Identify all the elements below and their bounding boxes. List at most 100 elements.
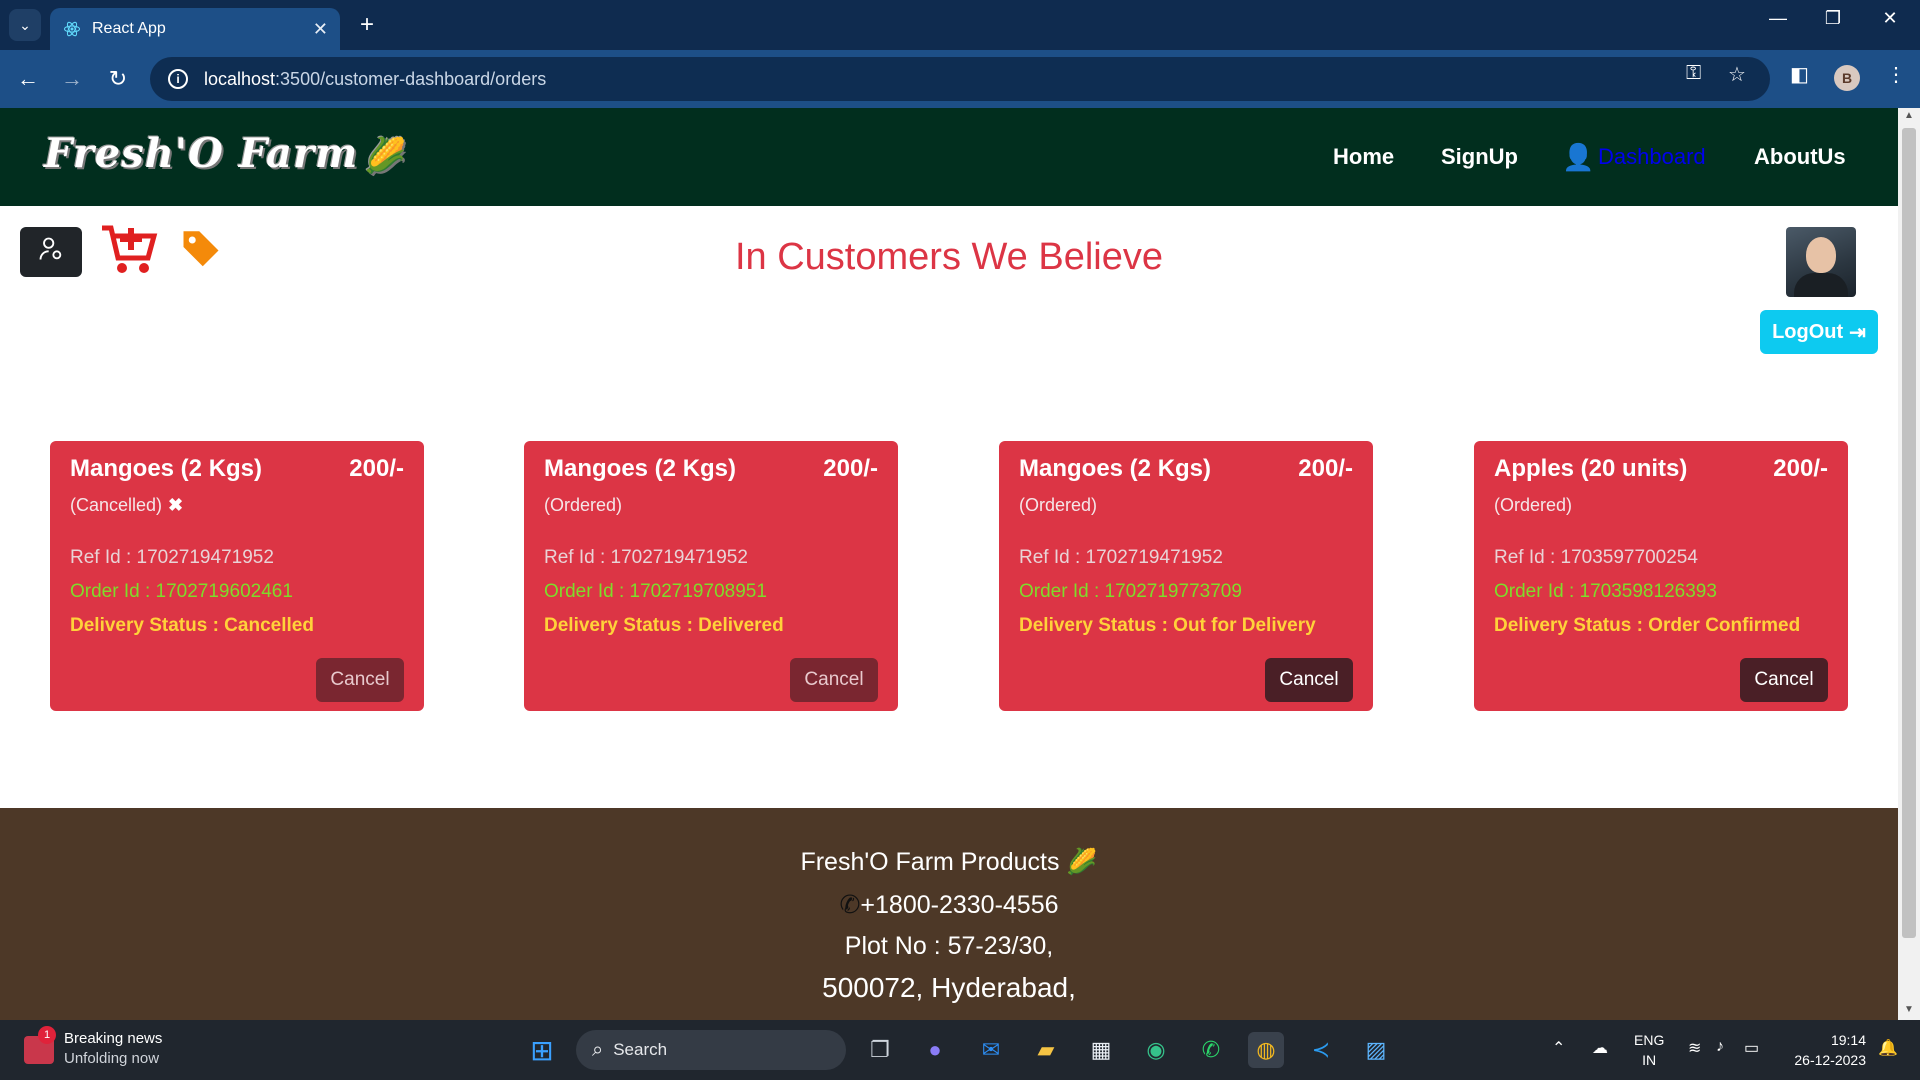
close-tab-icon[interactable]: ✕ — [313, 19, 328, 40]
vscode-icon[interactable]: ≺ — [1303, 1032, 1339, 1068]
page-scrollbar[interactable]: ▲ ▼ — [1898, 108, 1920, 1020]
delivery-status: Delivery Status : Out for Delivery — [1019, 615, 1316, 636]
footer-phone-text: +1800-2330-4556 — [860, 891, 1059, 919]
news-badge: 1 — [38, 1026, 56, 1044]
order-id: Order Id : 1702719708951 — [544, 581, 767, 602]
wifi-icon[interactable]: ≋ — [1688, 1038, 1701, 1058]
profile-avatar[interactable]: B — [1834, 65, 1860, 91]
url-path: :3500/customer-dashboard/orders — [275, 68, 547, 89]
news-subtitle: Unfolding now — [64, 1050, 160, 1067]
address-bar-row: ← → ↻ i localhost:3500/customer-dashboar… — [0, 50, 1920, 108]
order-id: Order Id : 1703598126393 — [1494, 581, 1717, 602]
order-id: Order Id : 1702719773709 — [1019, 581, 1242, 602]
nav-home[interactable]: Home — [1333, 144, 1394, 170]
corn-icon: 🌽 — [364, 136, 408, 176]
logout-button[interactable]: LogOut ⇥ — [1760, 310, 1878, 354]
chevron-down-icon: ⌄ — [19, 16, 31, 33]
notification-bell-icon[interactable]: 🔔 — [1878, 1038, 1898, 1058]
cancelled-x-icon: ✖ — [168, 495, 184, 515]
scrollbar-thumb[interactable] — [1902, 128, 1916, 938]
tab-search-button[interactable]: ⌄ — [9, 9, 41, 41]
input-language[interactable]: ENG IN — [1634, 1030, 1664, 1070]
edge-icon[interactable]: ◉ — [1138, 1032, 1174, 1068]
taskbar-search-label: Search — [613, 1040, 668, 1059]
system-clock[interactable]: 19:14 26-12-2023 — [1786, 1030, 1866, 1070]
logo-text: Fresh'O Farm — [44, 130, 359, 177]
site-footer: Fresh'O Farm Products 🌽 ✆+1800-2330-4556… — [0, 808, 1898, 1020]
forward-button[interactable]: → — [56, 63, 88, 95]
mail-icon[interactable]: ✉ — [973, 1032, 1009, 1068]
order-name: Mangoes (2 Kgs) — [1019, 455, 1212, 482]
scroll-down-icon[interactable]: ▼ — [1904, 1004, 1914, 1015]
battery-icon[interactable]: ▭ — [1744, 1038, 1759, 1058]
lang-line2: IN — [1642, 1052, 1657, 1068]
new-tab-button[interactable]: + — [352, 10, 382, 40]
avatar-shirt — [1794, 273, 1848, 297]
page-headline: In Customers We Believe — [734, 236, 1164, 278]
browser-tab-strip: ⌄ React App ✕ + — ❐ ✕ — [0, 0, 1920, 50]
file-explorer-icon[interactable]: ▰ — [1028, 1032, 1064, 1068]
site-info-icon[interactable]: i — [168, 69, 188, 89]
close-window-button[interactable]: ✕ — [1870, 8, 1910, 29]
delivery-status: Delivery Status : Delivered — [544, 615, 784, 636]
order-card: Mangoes (2 Kgs) 200/- (Cancelled) ✖ Ref I… — [50, 441, 424, 711]
order-state: (Cancelled) ✖ — [70, 495, 183, 516]
taskbar-search[interactable]: ⌕ Search — [576, 1030, 846, 1070]
tab-title: React App — [92, 20, 166, 37]
logout-icon: ⇥ — [1849, 321, 1866, 344]
order-price: 200/- — [1773, 455, 1828, 482]
footer-brand: Fresh'O Farm Products 🌽 — [0, 848, 1898, 877]
volume-icon[interactable]: ♪ — [1716, 1038, 1724, 1056]
reload-button[interactable]: ↻ — [102, 63, 134, 95]
site-navbar: Fresh'O Farm 🌽 Home SignUp 👤 Dashboard Ab… — [0, 108, 1898, 206]
nav-signup[interactable]: SignUp — [1441, 144, 1518, 170]
cancel-order-button[interactable]: Cancel — [1740, 658, 1828, 702]
order-name: Mangoes (2 Kgs) — [544, 455, 737, 482]
phone-icon: ✆ — [839, 891, 861, 919]
lang-line1: ENG — [1634, 1032, 1665, 1048]
store-icon[interactable]: ▦ — [1083, 1032, 1119, 1068]
cancel-order-button[interactable]: Cancel — [790, 658, 878, 702]
nav-dashboard[interactable]: Dashboard — [1598, 144, 1706, 170]
task-view-icon[interactable]: ❐ — [862, 1032, 898, 1068]
corn-icon: 🌽 — [1066, 848, 1098, 876]
windows-start-icon[interactable]: ⊞ — [524, 1032, 560, 1068]
order-ref-id: Ref Id : 1702719471952 — [544, 547, 748, 568]
tray-chevron-up-icon[interactable]: ⌃ — [1552, 1038, 1565, 1058]
whatsapp-icon[interactable]: ✆ — [1193, 1032, 1229, 1068]
order-ref-id: Ref Id : 1702719471952 — [1019, 547, 1223, 568]
order-ref-id: Ref Id : 1702719471952 — [70, 547, 274, 568]
footer-address-line1: Plot No : 57-23/30, — [844, 932, 1054, 960]
cancel-order-button[interactable]: Cancel — [1265, 658, 1353, 702]
bookmark-star-icon[interactable]: ☆ — [1728, 62, 1746, 87]
key-icon[interactable]: ⚿ — [1686, 62, 1701, 85]
site-logo[interactable]: Fresh'O Farm 🌽 — [44, 130, 408, 177]
browser-tab[interactable]: React App ✕ — [50, 8, 340, 50]
chrome-icon[interactable]: ◍ — [1248, 1032, 1284, 1068]
onedrive-cloud-icon[interactable]: ☁ — [1592, 1038, 1608, 1058]
restore-button[interactable]: ❐ — [1813, 8, 1853, 29]
url-input[interactable]: i localhost:3500/customer-dashboard/orde… — [150, 57, 1770, 101]
avatar-face — [1806, 237, 1836, 273]
side-panel-icon[interactable]: ◧ — [1790, 62, 1809, 87]
photos-icon[interactable]: ▨ — [1358, 1032, 1394, 1068]
user-icon: 👤 — [1562, 142, 1595, 172]
order-state: (Ordered) — [1494, 495, 1573, 515]
nav-aboutus[interactable]: AboutUs — [1754, 144, 1846, 170]
minimize-button[interactable]: — — [1758, 8, 1798, 29]
news-title[interactable]: Breaking news — [64, 1030, 162, 1047]
delivery-status: Delivery Status : Order Confirmed — [1494, 615, 1801, 636]
order-card: Apples (20 units) 200/- (Ordered) Ref Id… — [1474, 441, 1848, 711]
react-icon — [62, 19, 82, 39]
order-name: Apples (20 units) — [1494, 455, 1688, 482]
scroll-up-icon[interactable]: ▲ — [1904, 110, 1914, 121]
back-button[interactable]: ← — [12, 63, 44, 95]
teams-chat-icon[interactable]: ● — [917, 1032, 953, 1068]
footer-address-line2: 500072, Hyderabad, — [822, 972, 1076, 1003]
user-avatar[interactable] — [1786, 227, 1856, 297]
order-card: Mangoes (2 Kgs) 200/- (Ordered) Ref Id :… — [999, 441, 1373, 711]
cancel-order-button[interactable]: Cancel — [316, 658, 404, 702]
order-state: (Ordered) — [1019, 495, 1098, 515]
order-name: Mangoes (2 Kgs) — [70, 455, 263, 482]
menu-kebab-icon[interactable]: ⋮ — [1886, 62, 1906, 87]
